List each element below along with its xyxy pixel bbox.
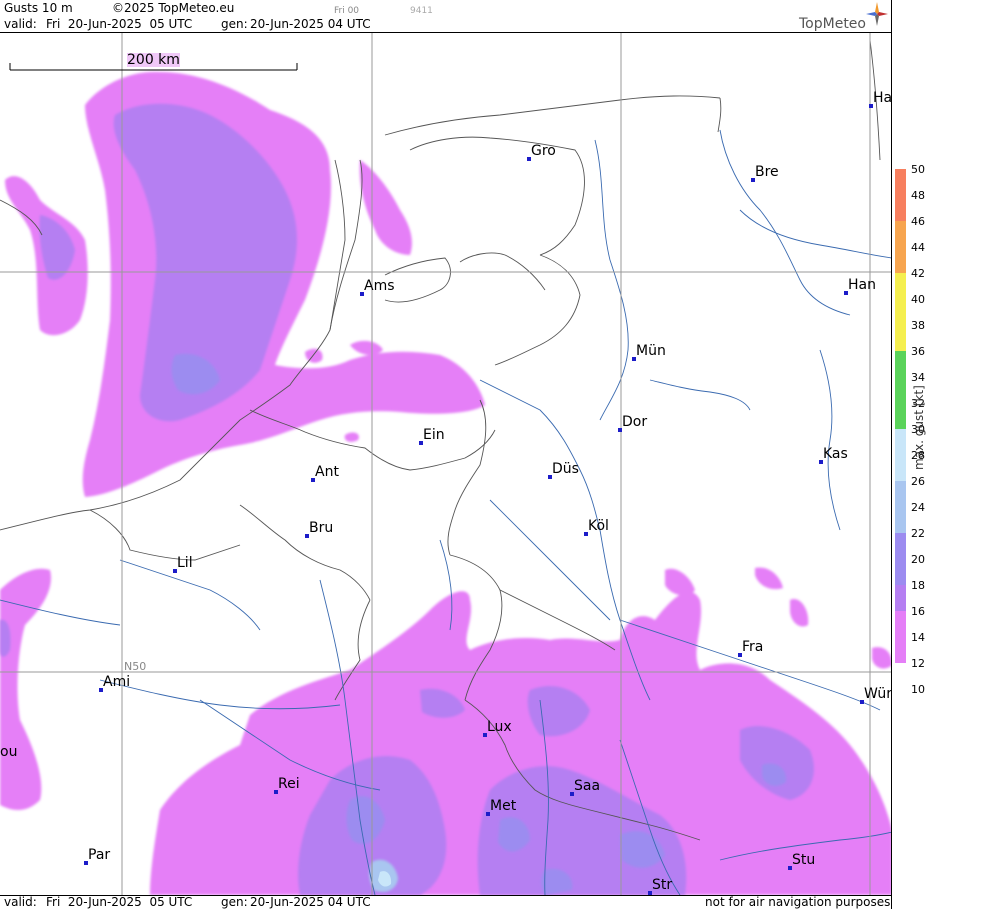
legend-tick-label: 42 [911,267,925,280]
gust-map[interactable]: 200 km N50 Ha Gro Bre Ams Han Mün Dor Ei… [0,33,892,895]
copyright-text: ©2025 TopMeteo.eu [112,1,235,15]
legend-tick-label: 22 [911,527,925,540]
city-label: Dor [622,414,648,430]
brand-logo-text: TopMeteo [799,16,866,32]
footer-gen-time: 20-Jun-2025 04 UTC [250,895,371,909]
city-label: Ami [103,674,131,690]
map-canvas [0,33,892,895]
compass-logo-icon [866,2,888,26]
legend-tick-label: 46 [911,215,925,228]
city-label: Rei [278,776,300,792]
legend-tick-label: 24 [911,501,925,514]
legend-tick-label: 16 [911,605,925,618]
city-label: Ams [364,278,395,294]
city-label: Han [848,277,876,293]
legend-color-segment [895,351,906,377]
footer-valid-time: Fri 20-Jun-2025 05 UTC [46,895,193,909]
legend-tick-label: 20 [911,553,925,566]
city-label: Ha [873,90,892,106]
scale-bar-label: 200 km [127,52,180,68]
footer-disclaimer: not for air navigation purposes [705,895,891,909]
run-code: 9411 [410,6,433,16]
legend-color-segment [895,429,906,455]
valid-time: Fri 20-Jun-2025 05 UTC [46,17,193,31]
legend-tick-label: 12 [911,657,925,670]
run-tag: Fri 00 [334,6,360,16]
legend-color-segment [895,585,906,611]
city-label: Mün [636,343,666,359]
legend-color-segment [895,403,906,429]
legend-tick-label: 10 [911,683,925,696]
gen-label: gen: [221,17,248,31]
legend-tick-label: 50 [911,163,925,176]
city-label: Met [490,798,517,814]
legend-color-segment [895,221,906,247]
legend-color-segment [895,169,906,195]
city-label: Gro [531,143,556,159]
city-label: Saa [574,778,601,794]
legend-color-segment [895,377,906,403]
latitude-label: N50 [124,660,147,673]
legend-color-segment [895,455,906,481]
valid-label: valid: [4,17,37,31]
city-label: Ein [423,427,445,443]
legend-color-segment [895,273,906,299]
city-label: Ant [315,464,339,480]
city-label: Wür [864,686,892,702]
city-label: Kas [823,446,848,462]
city-label: Fra [742,639,764,655]
legend-tick-label: 26 [911,475,925,488]
legend-color-segment [895,533,906,559]
legend-tick-label: 14 [911,631,925,644]
gen-time: 20-Jun-2025 04 UTC [250,17,371,31]
legend-tick-label: 44 [911,241,925,254]
city-label: Lux [487,719,512,735]
legend-title: max. gust [kt] [912,385,926,470]
legend-tick-label: 18 [911,579,925,592]
product-title: Gusts 10 m [4,1,73,15]
legend-tick-label: 38 [911,319,925,332]
city-label: Stu [792,852,816,868]
city-label: Par [88,847,111,863]
city-label: ou [0,744,18,760]
city-label: Lil [177,555,193,571]
legend-color-segment [895,611,906,637]
city-label: Köl [588,518,609,534]
legend-color-segment [895,637,906,663]
legend-color-segment [895,325,906,351]
city-label: Düs [552,461,579,477]
legend-tick-label: 36 [911,345,925,358]
city-label: Str [652,877,673,893]
city-label: Bre [755,164,779,180]
legend-color-segment [895,247,906,273]
legend-tick-label: 40 [911,293,925,306]
legend-color-segment [895,299,906,325]
legend-color-segment [895,481,906,507]
city-label: Bru [309,520,334,536]
legend-color-segment [895,195,906,221]
footer-valid-label: valid: [4,895,37,909]
legend-tick-label: 48 [911,189,925,202]
legend-color-segment [895,559,906,585]
footer-gen-label: gen: [221,895,248,909]
legend-color-segment [895,507,906,533]
